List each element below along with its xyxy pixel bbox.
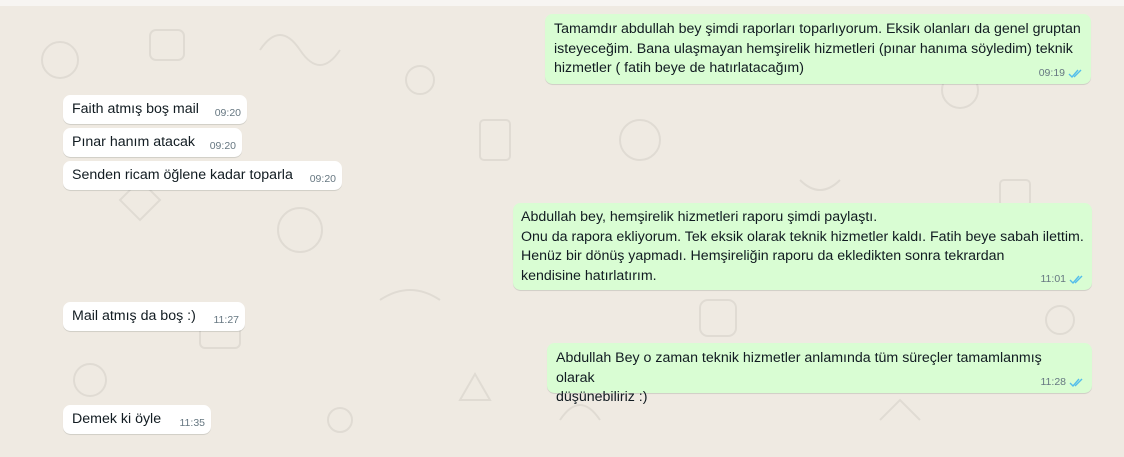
message-bubble-incoming[interactable]: Demek ki öyle 11:35 (63, 405, 211, 434)
double-check-icon (1068, 69, 1082, 78)
message-time: 09:20 (214, 107, 241, 119)
message-meta: 09:20 (215, 106, 241, 120)
message-bubble-incoming[interactable]: Mail atmış da boş :) 11:27 (63, 302, 245, 331)
message-text: Senden ricam öğlene kadar toparla (72, 167, 293, 183)
message-bubble-incoming[interactable]: Faith atmış boş mail 09:20 (63, 95, 247, 124)
message-meta: 11:27 (214, 313, 240, 327)
message-bubble-outgoing[interactable]: Abdullah bey, hemşirelik hizmetleri rapo… (513, 203, 1092, 290)
message-meta: 11:28 (1041, 375, 1086, 389)
message-text: Faith atmış boş mail (72, 101, 199, 117)
message-meta: 09:20 (210, 139, 236, 153)
message-time: 09:20 (209, 140, 236, 152)
double-check-icon (1069, 378, 1083, 387)
message-meta: 09:20 (310, 172, 336, 186)
message-text: Abdullah bey, hemşirelik hizmetleri rapo… (521, 209, 1084, 284)
message-time: 11:27 (213, 314, 240, 326)
message-bubble-incoming[interactable]: Pınar hanım atacak 09:20 (63, 128, 242, 157)
message-text: Abdullah Bey o zaman teknik hizmetler an… (556, 350, 1042, 405)
message-time: 11:35 (179, 417, 206, 429)
message-time: 11:01 (1040, 273, 1067, 285)
message-meta: 11:01 (1041, 272, 1086, 286)
message-time: 11:28 (1040, 376, 1067, 388)
message-bubble-incoming[interactable]: Senden ricam öğlene kadar toparla 09:20 (63, 161, 342, 190)
message-meta: 11:35 (180, 416, 206, 430)
top-edge (0, 0, 1124, 6)
message-text: Mail atmış da boş :) (72, 308, 196, 324)
message-time: 09:20 (309, 173, 336, 185)
message-time: 09:19 (1038, 67, 1065, 79)
message-text: Tamamdır abdullah bey şimdi raporları to… (554, 21, 1081, 76)
message-meta: 09:19 (1039, 66, 1084, 80)
message-bubble-outgoing[interactable]: Tamamdır abdullah bey şimdi raporları to… (545, 14, 1091, 84)
message-bubble-outgoing[interactable]: Abdullah Bey o zaman teknik hizmetler an… (547, 343, 1092, 405)
double-check-icon (1069, 275, 1083, 284)
